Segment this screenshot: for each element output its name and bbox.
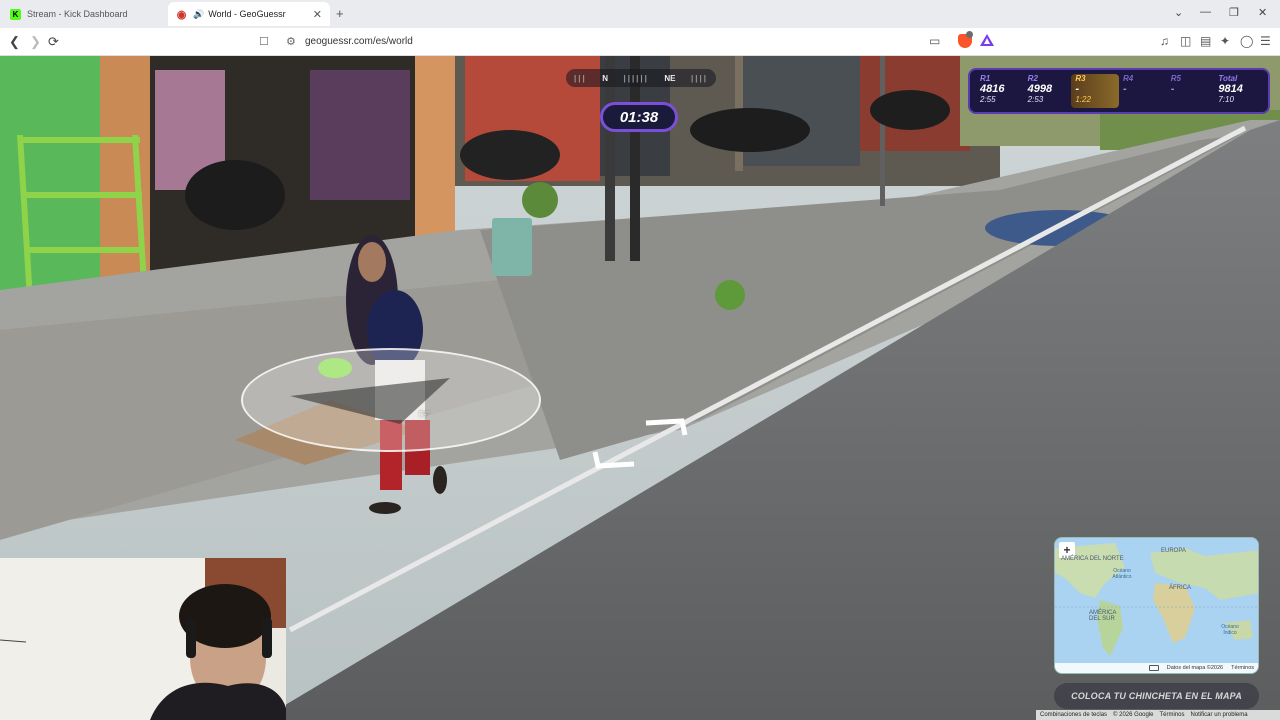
tab-bar: K Stream - Kick Dashboard ◉ 🔊 World - Ge… <box>0 0 1280 28</box>
wallet-icon[interactable]: ▤ <box>1200 34 1211 48</box>
close-tab-icon[interactable]: ✕ <box>313 8 322 21</box>
forward-icon[interactable]: ❯ <box>30 34 41 50</box>
round-4-score: R4 - <box>1119 74 1167 108</box>
compass-ticks: |||| <box>691 73 708 83</box>
webcam-video <box>0 558 286 720</box>
terms-link[interactable]: Términos <box>1160 712 1185 718</box>
back-icon[interactable]: ❮ <box>9 34 20 50</box>
round-score: 9814 <box>1218 83 1243 95</box>
tab-title: World - GeoGuessr <box>208 9 286 19</box>
address-bar: ❮ ❯ ⟳ ☐ ⚙ geoguessr.com/es/world ▭ ♫ ◫ ▤… <box>0 28 1280 56</box>
round-label: R4 <box>1123 74 1134 83</box>
round-2-score: R2 4998 2:53 <box>1024 74 1072 108</box>
new-tab-icon[interactable]: + <box>336 6 344 21</box>
compass-north: N <box>602 73 608 83</box>
minimize-icon[interactable]: — <box>1200 6 1211 18</box>
google-footer: Combinaciones de teclas © 2026 Google Té… <box>1036 710 1280 720</box>
close-window-icon[interactable]: ✕ <box>1258 6 1267 19</box>
round-5-score: R5 - <box>1167 74 1215 108</box>
tab-geoguessr[interactable]: ◉ 🔊 World - GeoGuessr ✕ <box>168 2 330 26</box>
round-label: R3 <box>1075 74 1086 83</box>
round-1-score: R1 4816 2:55 <box>976 74 1024 108</box>
cast-icon[interactable]: ▭ <box>929 34 940 48</box>
keyboard-shortcuts-link[interactable]: Combinaciones de teclas <box>1040 712 1107 718</box>
speaker-icon[interactable]: 🔊 <box>193 9 204 20</box>
media-icon[interactable]: ♫ <box>1160 34 1169 48</box>
round-time: 7:10 <box>1218 95 1234 104</box>
map-label-indian: Océano Índico <box>1221 624 1239 636</box>
vpn-icon[interactable]: ◯ <box>1240 34 1253 48</box>
round-score: - <box>1075 83 1080 95</box>
round-score: - <box>1170 83 1175 95</box>
round-score: 4998 <box>1027 83 1053 95</box>
compass[interactable]: ||| N |||||| NE |||| <box>566 69 716 87</box>
tab-title: Stream - Kick Dashboard <box>27 9 128 19</box>
google-copyright: © 2026 Google <box>1113 712 1154 718</box>
bookmark-icon[interactable]: ☐ <box>259 35 269 48</box>
place-pin-button[interactable]: COLOCA TU CHINCHETA EN EL MAPA <box>1054 683 1259 709</box>
url-field[interactable]: geoguessr.com/es/world <box>305 36 413 47</box>
sidebar-icon[interactable]: ◫ <box>1180 34 1191 48</box>
brave-rewards-icon[interactable] <box>980 34 994 46</box>
map-label-africa: ÁFRICA <box>1169 585 1192 591</box>
compass-ticks: ||| <box>574 73 587 83</box>
hand-cursor-icon: ☞ <box>418 406 431 422</box>
round-timer: 01:38 <box>600 102 678 132</box>
total-score: Total 9814 7:10 <box>1214 74 1262 108</box>
round-time: 1:22 <box>1075 95 1091 104</box>
scoreboard: R1 4816 2:55 R2 4998 2:53 R3 - 1:22 R4 -… <box>968 68 1270 114</box>
compass-northeast: NE <box>664 73 676 83</box>
map-label-south-america: AMÉRICA DEL SUR <box>1089 610 1117 622</box>
kick-icon: K <box>10 8 21 20</box>
round-label: R2 <box>1027 74 1038 83</box>
pano-marker-icon[interactable] <box>590 418 690 470</box>
map-label-europe: EUROPA <box>1161 548 1186 554</box>
keyboard-icon[interactable] <box>1148 665 1159 671</box>
map-data-credit: Datos del mapa ©2026 <box>1166 665 1224 671</box>
guess-minimap[interactable]: + AMÉRICA DEL NORTE EUROPA Océano Atlánt… <box>1054 537 1259 674</box>
shields-badge <box>966 31 973 38</box>
restore-icon[interactable]: ❐ <box>1229 6 1239 19</box>
round-time: 2:53 <box>1027 95 1044 104</box>
map-terms-link[interactable]: Términos <box>1231 665 1254 671</box>
round-score: - <box>1123 83 1127 95</box>
menu-icon[interactable]: ☰ <box>1260 34 1271 48</box>
geoguessr-pin-icon: ◉ <box>176 8 187 21</box>
round-score: 4816 <box>980 83 1005 95</box>
tab-list-icon[interactable]: ⌄ <box>1174 6 1183 19</box>
tab-kick-dashboard[interactable]: K Stream - Kick Dashboard <box>2 2 164 26</box>
map-label-atlantic: Océano Atlántico <box>1112 568 1132 580</box>
reload-icon[interactable]: ⟳ <box>48 34 59 50</box>
report-problem-link[interactable]: Notificar un problema <box>1191 712 1248 718</box>
site-settings-icon[interactable]: ⚙ <box>286 35 296 48</box>
minimap-footer: Datos del mapa ©2026 Términos <box>1055 663 1258 673</box>
round-label: R5 <box>1170 74 1181 83</box>
round-time: 2:55 <box>980 95 996 104</box>
leo-icon[interactable]: ✦ <box>1220 34 1230 48</box>
webcam-overlay <box>0 558 286 720</box>
round-3-score: R3 - 1:22 <box>1071 74 1120 108</box>
round-label: R1 <box>980 74 991 83</box>
round-label: Total <box>1218 74 1238 83</box>
compass-ticks: |||||| <box>623 73 649 83</box>
map-label-north-america: AMÉRICA DEL NORTE <box>1061 556 1124 562</box>
